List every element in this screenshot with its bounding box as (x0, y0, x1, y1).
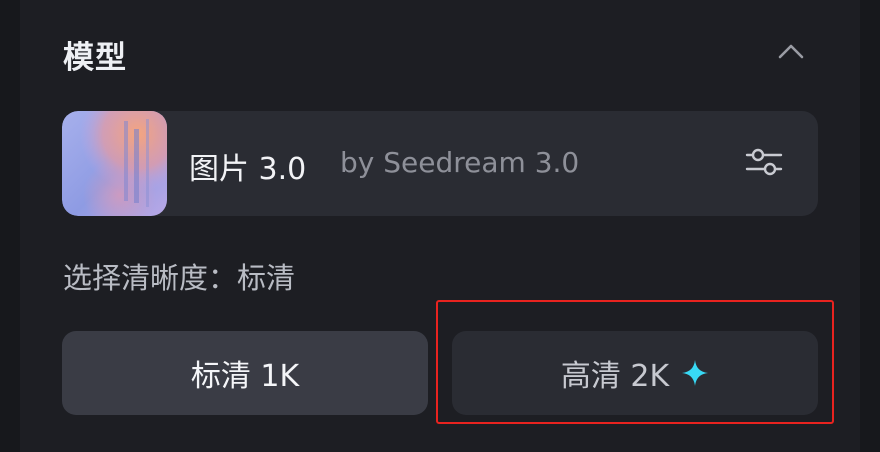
option-label-2k: 高清 2K (560, 359, 670, 394)
chevron-up-icon (778, 43, 804, 63)
sliders-icon (745, 145, 783, 183)
sparkle-icon (681, 359, 709, 387)
model-provider: by Seedream 3.0 (340, 146, 580, 179)
resolution-prompt: 选择清晰度： (63, 261, 238, 295)
page: 模型 图片 3.0 by Seedream 3.0 选择清晰度：标清 标清 1K… (0, 0, 880, 452)
option-label-1k: 标清 1K (190, 359, 300, 394)
model-thumbnail (62, 111, 167, 216)
resolution-current: 标清 (237, 261, 296, 295)
resolution-option-1k[interactable]: 标清 1K (62, 331, 428, 415)
resolution-option-2k[interactable]: 高清 2K (452, 331, 818, 415)
collapse-button[interactable] (770, 36, 812, 70)
model-selector-card[interactable]: 图片 3.0 by Seedream 3.0 (62, 111, 818, 216)
resolution-label: 选择清晰度：标清 (63, 255, 295, 297)
section-title: 模型 (63, 40, 127, 76)
model-settings-button[interactable] (742, 144, 786, 184)
model-name: 图片 3.0 (189, 152, 307, 187)
